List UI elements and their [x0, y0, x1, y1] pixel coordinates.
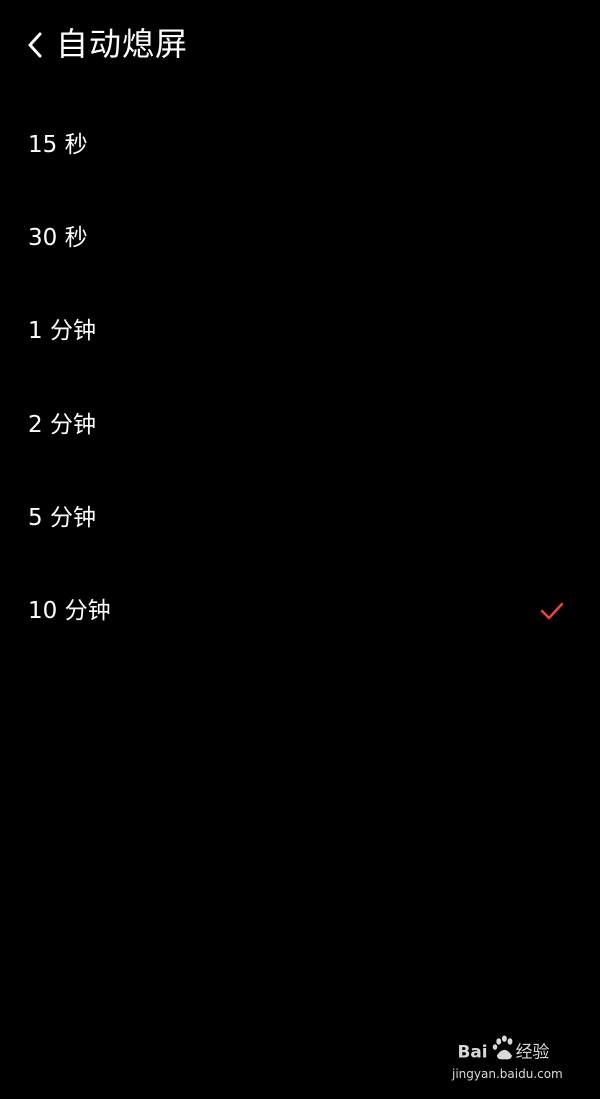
- timeout-option-list: 15 秒 30 秒 1 分钟 2 分钟 5 分钟 10 分钟: [0, 98, 600, 658]
- baidu-jingyan-watermark: Bai 经验 jingyan.baidu.com: [452, 1033, 566, 1085]
- option-label: 5 分钟: [28, 504, 96, 531]
- option-15-seconds[interactable]: 15 秒: [0, 98, 600, 191]
- header-bar: 自动熄屏: [0, 0, 600, 90]
- svg-text:经验: 经验: [516, 1041, 550, 1061]
- option-label: 2 分钟: [28, 411, 96, 438]
- option-5-minutes[interactable]: 5 分钟: [0, 471, 600, 564]
- option-2-minutes[interactable]: 2 分钟: [0, 378, 600, 471]
- baidu-jingyan-logo: Bai 经验: [458, 1035, 550, 1061]
- watermark-url: jingyan.baidu.com: [452, 1067, 563, 1081]
- checkmark-icon: [540, 602, 564, 620]
- chevron-left-icon: [28, 32, 42, 58]
- option-label: 1 分钟: [28, 318, 96, 345]
- option-30-seconds[interactable]: 30 秒: [0, 191, 600, 284]
- option-1-minute[interactable]: 1 分钟: [0, 285, 600, 378]
- option-label: 30 秒: [28, 224, 88, 251]
- option-10-minutes[interactable]: 10 分钟: [0, 564, 600, 657]
- svg-text:Bai: Bai: [458, 1041, 488, 1061]
- back-button[interactable]: [18, 26, 52, 64]
- option-label: 10 分钟: [28, 598, 111, 625]
- option-label: 15 秒: [28, 131, 88, 158]
- page-title: 自动熄屏: [56, 25, 189, 63]
